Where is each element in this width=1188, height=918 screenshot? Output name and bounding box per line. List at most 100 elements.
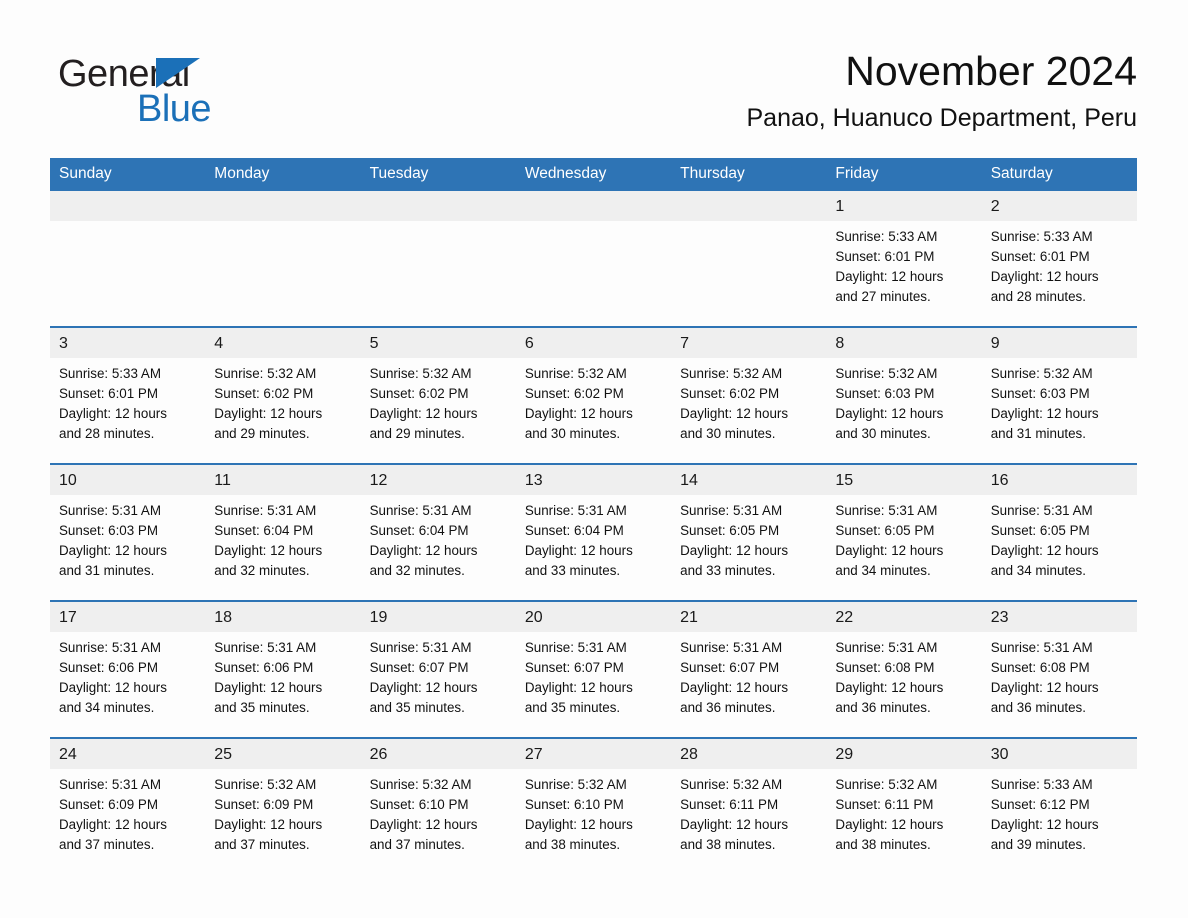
sunset-text: Sunset: 6:11 PM <box>680 797 779 812</box>
day-sun-info: Sunrise: 5:33 AM Sunset: 6:12 PM Daylight:… <box>982 769 1137 855</box>
calendar-day-cell[interactable]: 5 Sunrise: 5:32 AM Sunset: 6:02 PM Daylight… <box>360 328 516 463</box>
calendar-day-cell[interactable]: 21 Sunrise: 5:31 AM Sunset: 6:07 PM Dayligh… <box>671 602 827 737</box>
calendar-day-cell[interactable]: 14 Sunrise: 5:31 AM Sunset: 6:05 PM Dayligh… <box>671 465 827 600</box>
calendar-day-cell[interactable]: 6 Sunrise: 5:32 AM Sunset: 6:02 PM Daylight… <box>515 328 672 463</box>
day-number: 25 <box>205 739 361 769</box>
daylight-text-line1: Daylight: 12 hours <box>524 817 633 832</box>
day-number: 27 <box>515 739 672 769</box>
sunrise-text: Sunrise: 5:32 AM <box>369 366 472 381</box>
calendar-day-cell[interactable]: 28 Sunrise: 5:32 AM Sunset: 6:11 PM Dayligh… <box>671 739 827 874</box>
calendar-day-cell[interactable]: 17 Sunrise: 5:31 AM Sunset: 6:06 PM Dayligh… <box>50 602 206 737</box>
calendar-week-row: 3 Sunrise: 5:33 AM Sunset: 6:01 PM Daylight… <box>50 326 1137 464</box>
calendar-day-cell[interactable]: 23 Sunrise: 5:31 AM Sunset: 6:08 PM Dayligh… <box>981 602 1137 737</box>
calendar-day-cell[interactable]: 22 Sunrise: 5:31 AM Sunset: 6:08 PM Dayligh… <box>826 602 982 737</box>
sunrise-text: Sunrise: 5:31 AM <box>990 503 1093 518</box>
daylight-text-line2: and 39 minutes. <box>990 837 1086 852</box>
sunset-text: Sunset: 6:10 PM <box>369 797 469 812</box>
calendar-day-cell[interactable]: 25 Sunrise: 5:32 AM Sunset: 6:09 PM Dayligh… <box>205 739 361 874</box>
daylight-text-line1: Daylight: 12 hours <box>835 680 944 695</box>
sunrise-text: Sunrise: 5:31 AM <box>680 640 783 655</box>
sunset-text: Sunset: 6:02 PM <box>680 386 780 401</box>
calendar-day-cell[interactable]: 10 Sunrise: 5:31 AM Sunset: 6:03 PM Dayligh… <box>50 465 206 600</box>
calendar-cell: 7 Sunrise: 5:32 AM Sunset: 6:02 PM Daylight… <box>671 326 827 464</box>
day-number <box>360 191 516 221</box>
logo-blue-text: Blue <box>137 88 212 130</box>
daylight-text-line1: Daylight: 12 hours <box>835 543 944 558</box>
daylight-text-line1: Daylight: 12 hours <box>214 680 323 695</box>
sunset-text: Sunset: 6:05 PM <box>680 523 780 538</box>
calendar-week-row: 10 Sunrise: 5:31 AM Sunset: 6:03 PM Dayligh… <box>50 463 1137 601</box>
daylight-text-line1: Daylight: 12 hours <box>990 543 1099 558</box>
daylight-text-line1: Daylight: 12 hours <box>59 817 167 832</box>
calendar-day-cell[interactable]: 4 Sunrise: 5:32 AM Sunset: 6:02 PM Daylight… <box>205 328 361 463</box>
daylight-text-line2: and 34 minutes. <box>59 700 155 715</box>
sunrise-text: Sunrise: 5:31 AM <box>524 503 627 518</box>
day-number <box>50 191 206 221</box>
calendar-day-cell[interactable]: 19 Sunrise: 5:31 AM Sunset: 6:07 PM Dayligh… <box>360 602 516 737</box>
day-number: 14 <box>671 465 827 495</box>
day-number <box>205 191 361 221</box>
column-header-wednesday: Wednesday <box>515 158 672 191</box>
calendar-day-cell[interactable]: 24 Sunrise: 5:31 AM Sunset: 6:09 PM Dayligh… <box>50 739 206 874</box>
calendar-day-cell[interactable]: 30 Sunrise: 5:33 AM Sunset: 6:12 PM Dayligh… <box>981 739 1137 874</box>
sunset-text: Sunset: 6:02 PM <box>214 386 314 401</box>
daylight-text-line1: Daylight: 12 hours <box>680 406 789 421</box>
column-header-tuesday: Tuesday <box>360 158 516 191</box>
day-sun-info: Sunrise: 5:32 AM Sunset: 6:02 PM Daylight:… <box>671 358 826 444</box>
calendar-cell: 21 Sunrise: 5:31 AM Sunset: 6:07 PM Dayligh… <box>671 600 827 738</box>
day-number: 18 <box>205 602 361 632</box>
calendar-cell: 28 Sunrise: 5:32 AM Sunset: 6:11 PM Dayligh… <box>671 737 827 874</box>
daylight-text-line2: and 37 minutes. <box>369 837 465 852</box>
calendar-cell: 16 Sunrise: 5:31 AM Sunset: 6:05 PM Dayligh… <box>981 463 1137 601</box>
calendar-day-cell[interactable]: 18 Sunrise: 5:31 AM Sunset: 6:06 PM Dayligh… <box>205 602 361 737</box>
daylight-text-line2: and 38 minutes. <box>680 837 776 852</box>
calendar-cell: 2 Sunrise: 5:33 AM Sunset: 6:01 PM Daylight… <box>981 191 1137 327</box>
day-number: 19 <box>360 602 516 632</box>
calendar-day-cell[interactable]: 15 Sunrise: 5:31 AM Sunset: 6:05 PM Dayligh… <box>826 465 982 600</box>
calendar-day-cell[interactable]: 9 Sunrise: 5:32 AM Sunset: 6:03 PM Daylight… <box>981 328 1137 463</box>
calendar-day-cell[interactable]: 7 Sunrise: 5:32 AM Sunset: 6:02 PM Daylight… <box>671 328 827 463</box>
calendar-day-cell[interactable]: 29 Sunrise: 5:32 AM Sunset: 6:11 PM Dayligh… <box>826 739 982 874</box>
calendar-header-row: Sunday Monday Tuesday Wednesday Thursday… <box>50 158 1137 191</box>
calendar-day-cell[interactable]: 26 Sunrise: 5:32 AM Sunset: 6:10 PM Dayligh… <box>360 739 516 874</box>
sunrise-text: Sunrise: 5:33 AM <box>835 229 938 244</box>
sunset-text: Sunset: 6:10 PM <box>524 797 624 812</box>
sunset-text: Sunset: 6:06 PM <box>214 660 314 675</box>
sunset-text: Sunset: 6:03 PM <box>59 523 158 538</box>
calendar-day-cell[interactable]: 3 Sunrise: 5:33 AM Sunset: 6:01 PM Daylight… <box>50 328 206 463</box>
calendar-page: General Blue November 2024 Panao, Huanuc… <box>0 0 1188 918</box>
daylight-text-line1: Daylight: 12 hours <box>835 817 944 832</box>
calendar-table: Sunday Monday Tuesday Wednesday Thursday… <box>50 158 1137 874</box>
calendar-day-cell[interactable]: 1 Sunrise: 5:33 AM Sunset: 6:01 PM Daylight… <box>826 191 982 326</box>
sunrise-text: Sunrise: 5:31 AM <box>990 640 1093 655</box>
day-sun-info: Sunrise: 5:31 AM Sunset: 6:05 PM Daylight:… <box>982 495 1137 581</box>
day-sun-info: Sunrise: 5:32 AM Sunset: 6:10 PM Daylight:… <box>516 769 671 855</box>
daylight-text-line2: and 36 minutes. <box>835 700 931 715</box>
day-sun-info: Sunrise: 5:31 AM Sunset: 6:05 PM Daylight:… <box>826 495 981 581</box>
daylight-text-line1: Daylight: 12 hours <box>59 543 167 558</box>
daylight-text-line2: and 33 minutes. <box>524 563 621 578</box>
sunset-text: Sunset: 6:05 PM <box>990 523 1090 538</box>
calendar-day-cell[interactable]: 8 Sunrise: 5:32 AM Sunset: 6:03 PM Daylight… <box>826 328 982 463</box>
day-number: 21 <box>671 602 827 632</box>
daylight-text-line2: and 33 minutes. <box>680 563 776 578</box>
column-header-friday: Friday <box>826 158 982 191</box>
calendar-day-cell[interactable]: 27 Sunrise: 5:32 AM Sunset: 6:10 PM Dayligh… <box>515 739 672 874</box>
daylight-text-line2: and 28 minutes. <box>59 426 155 441</box>
daylight-text-line1: Daylight: 12 hours <box>835 406 944 421</box>
column-header-saturday: Saturday <box>981 158 1137 191</box>
calendar-day-cell[interactable]: 2 Sunrise: 5:33 AM Sunset: 6:01 PM Daylight… <box>981 191 1137 326</box>
day-number: 5 <box>360 328 516 358</box>
calendar-day-cell[interactable]: 16 Sunrise: 5:31 AM Sunset: 6:05 PM Dayligh… <box>981 465 1137 600</box>
calendar-day-cell[interactable]: 20 Sunrise: 5:31 AM Sunset: 6:07 PM Dayligh… <box>515 602 672 737</box>
sunrise-text: Sunrise: 5:32 AM <box>680 366 783 381</box>
day-sun-info: Sunrise: 5:32 AM Sunset: 6:11 PM Daylight:… <box>826 769 981 855</box>
calendar-day-cell[interactable]: 12 Sunrise: 5:31 AM Sunset: 6:04 PM Dayligh… <box>360 465 516 600</box>
sunrise-text: Sunrise: 5:31 AM <box>680 503 783 518</box>
page-title: November 2024 <box>845 48 1137 94</box>
sunset-text: Sunset: 6:09 PM <box>214 797 314 812</box>
calendar-cell: 19 Sunrise: 5:31 AM Sunset: 6:07 PM Dayligh… <box>360 600 516 738</box>
calendar-cell: 17 Sunrise: 5:31 AM Sunset: 6:06 PM Dayligh… <box>50 600 206 738</box>
calendar-day-cell[interactable]: 13 Sunrise: 5:31 AM Sunset: 6:04 PM Dayligh… <box>515 465 672 600</box>
calendar-day-cell[interactable]: 11 Sunrise: 5:31 AM Sunset: 6:04 PM Dayligh… <box>205 465 361 600</box>
